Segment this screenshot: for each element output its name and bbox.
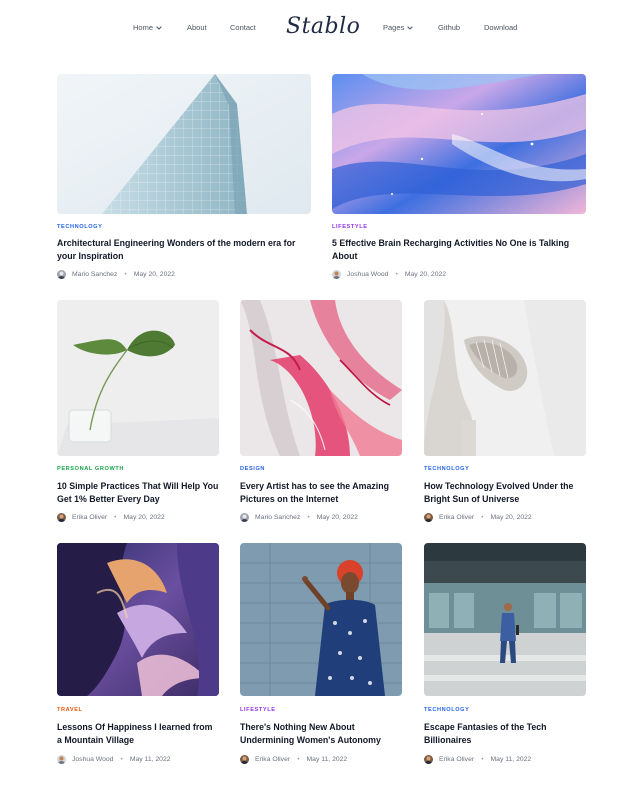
post-title-link[interactable]: How Technology Evolved Under the Bright … [424, 480, 586, 506]
post-category-link[interactable]: Lifestyle [332, 224, 368, 230]
post-date: May 11, 2022 [129, 755, 171, 763]
post-author-link[interactable]: Erika Oliver [439, 756, 474, 763]
post-category-link[interactable]: Travel [57, 707, 83, 713]
post-category-link[interactable]: Lifestyle [240, 707, 276, 713]
meta-separator: • [297, 755, 300, 763]
chevron-down-icon [156, 22, 162, 34]
post-meta: Erika Oliver • May 20, 2022 [424, 512, 532, 522]
post-category-link[interactable]: Technology [424, 707, 469, 713]
post-thumbnail-canyon[interactable] [57, 543, 219, 696]
post-thumbnail-woman-portrait[interactable] [240, 543, 402, 696]
post-author-link[interactable]: Joshua Wood [72, 756, 113, 763]
post-date: May 11, 2022 [306, 755, 348, 763]
post-author-link[interactable]: Joshua Wood [347, 271, 388, 278]
post-thumbnail-plant[interactable] [57, 300, 219, 456]
site-logo[interactable]: Stablo [286, 11, 360, 43]
post-category-link[interactable]: Technology [424, 466, 469, 472]
chevron-down-icon [407, 22, 414, 34]
author-avatar [424, 754, 433, 764]
post-date: May 20, 2022 [404, 270, 447, 278]
post-card: Lifestyle There's Nothing New About Unde… [240, 543, 402, 771]
post-card: Technology How Technology Evolved Under … [424, 300, 586, 528]
post-card: Travel Lessons Of Happiness I learned fr… [57, 543, 219, 771]
nav-home-label: Home [133, 23, 154, 32]
author-avatar [332, 269, 341, 279]
post-date: May 20, 2022 [490, 513, 532, 521]
nav-download-link[interactable]: Download [484, 22, 517, 34]
post-title-link[interactable]: 10 Simple Practices That Will Help You G… [57, 480, 219, 506]
meta-separator: • [481, 755, 484, 763]
nav-about-link[interactable]: About [187, 22, 207, 34]
post-title-link[interactable]: Architectural Engineering Wonders of the… [57, 237, 311, 263]
author-avatar [57, 269, 66, 279]
post-thumbnail-building[interactable] [57, 74, 311, 214]
author-avatar [240, 754, 249, 764]
post-thumbnail-businessman[interactable] [424, 543, 586, 696]
author-avatar [240, 512, 249, 522]
post-meta: Erika Oliver • May 11, 2022 [240, 754, 347, 764]
post-thumbnail-architecture[interactable] [424, 300, 586, 456]
post-date: May 11, 2022 [490, 755, 532, 763]
post-title-link[interactable]: 5 Effective Brain Recharging Activities … [332, 237, 586, 263]
post-category-link[interactable]: Technology [57, 224, 102, 230]
meta-separator: • [395, 270, 398, 278]
post-date: May 20, 2022 [123, 513, 165, 521]
post-meta: Mario Sanchez • May 20, 2022 [57, 269, 175, 279]
post-meta: Mario Sanchez • May 20, 2022 [240, 512, 358, 522]
nav-home-dropdown[interactable]: Home [133, 22, 162, 34]
post-title-link[interactable]: Every Artist has to see the Amazing Pict… [240, 480, 402, 506]
post-meta: Erika Oliver • May 20, 2022 [57, 512, 165, 522]
post-thumbnail-fluid-art[interactable] [332, 74, 586, 214]
meta-separator: • [481, 513, 484, 521]
post-card: Technology Escape Fantasies of the Tech … [424, 543, 586, 771]
post-author-link[interactable]: Mario Sanchez [72, 271, 117, 278]
author-avatar [57, 512, 66, 522]
post-title-link[interactable]: Lessons Of Happiness I learned from a Mo… [57, 721, 219, 747]
meta-separator: • [120, 755, 123, 763]
post-author-link[interactable]: Erika Oliver [72, 514, 107, 521]
top-navigation: Home About Contact Stablo Pages Github D… [0, 0, 640, 56]
post-category-link[interactable]: Personal Growth [57, 466, 124, 472]
post-author-link[interactable]: Erika Oliver [439, 514, 474, 521]
post-category-link[interactable]: Design [240, 466, 265, 472]
meta-separator: • [124, 270, 127, 278]
post-card: Design Every Artist has to see the Amazi… [240, 300, 402, 528]
nav-contact-link[interactable]: Contact [230, 22, 256, 34]
post-card: Technology Architectural Engineering Won… [57, 74, 311, 284]
meta-separator: • [114, 513, 117, 521]
post-meta: Erika Oliver • May 11, 2022 [424, 754, 531, 764]
meta-separator: • [307, 513, 310, 521]
post-card: Personal Growth 10 Simple Practices That… [57, 300, 219, 528]
post-date: May 20, 2022 [316, 513, 358, 521]
nav-pages-label: Pages [383, 23, 405, 32]
post-meta: Joshua Wood • May 11, 2022 [57, 754, 171, 764]
author-avatar [57, 754, 66, 764]
post-author-link[interactable]: Mario Sanchez [255, 514, 300, 521]
post-author-link[interactable]: Erika Oliver [255, 756, 290, 763]
post-card: Lifestyle 5 Effective Brain Recharging A… [332, 74, 586, 284]
author-avatar [424, 512, 433, 522]
post-title-link[interactable]: Escape Fantasies of the Tech Billionaire… [424, 721, 586, 747]
post-thumbnail-paint-art[interactable] [240, 300, 402, 456]
post-title-link[interactable]: There's Nothing New About Undermining Wo… [240, 721, 402, 747]
post-meta: Joshua Wood • May 20, 2022 [332, 269, 446, 279]
nav-pages-dropdown[interactable]: Pages [383, 22, 414, 34]
post-date: May 20, 2022 [133, 270, 175, 278]
nav-github-link[interactable]: Github [438, 22, 460, 34]
